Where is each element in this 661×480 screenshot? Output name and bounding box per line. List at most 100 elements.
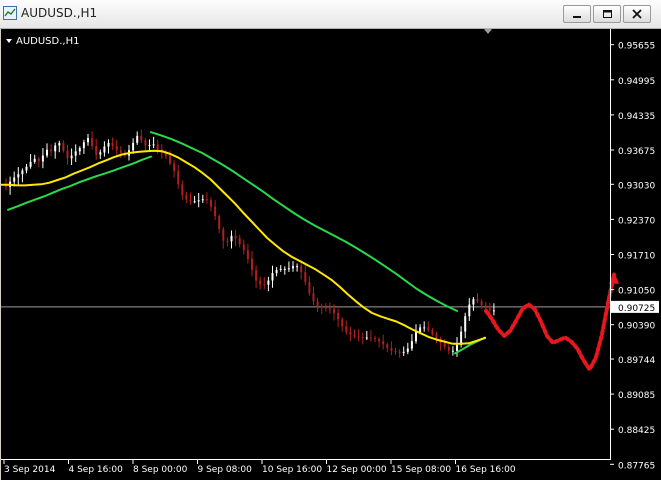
candle xyxy=(50,144,53,157)
time-tick-label: 3 Sep 2014 xyxy=(4,465,56,475)
candle xyxy=(37,156,40,168)
candle xyxy=(431,328,434,336)
candle xyxy=(226,237,229,247)
dropdown-triangle-icon[interactable] xyxy=(6,39,12,43)
candle xyxy=(456,337,458,357)
candle xyxy=(476,292,479,304)
candle xyxy=(173,160,176,178)
candle xyxy=(279,265,282,272)
chart-window-icon xyxy=(3,6,17,20)
candle xyxy=(267,276,270,292)
price-tick-label: 0.91050 xyxy=(618,287,655,297)
candle xyxy=(324,303,327,312)
candle xyxy=(345,320,348,335)
candle xyxy=(464,312,467,339)
candle xyxy=(357,329,360,342)
candle xyxy=(29,154,32,169)
candle xyxy=(87,133,89,146)
candle xyxy=(337,308,340,328)
candle xyxy=(386,342,389,353)
candle xyxy=(361,332,364,345)
candle xyxy=(95,138,98,160)
candle xyxy=(21,168,24,183)
candle xyxy=(70,148,73,166)
minimize-icon xyxy=(573,16,581,18)
symbol-label: AUDUSD.,H1 xyxy=(6,36,79,47)
candle xyxy=(427,321,430,332)
candle xyxy=(205,192,208,204)
plot-area xyxy=(1,129,619,372)
candle xyxy=(222,226,225,249)
candle xyxy=(185,191,188,204)
candle xyxy=(472,297,475,311)
candle xyxy=(193,195,196,204)
candle xyxy=(251,251,253,277)
title-bar[interactable]: AUDUSD.,H1 xyxy=(0,0,661,29)
minimize-button[interactable] xyxy=(563,5,591,23)
price-tick-label: 0.91710 xyxy=(618,252,655,262)
time-tick-label: 16 Sep 16:00 xyxy=(456,465,516,475)
candle xyxy=(148,139,151,152)
candle xyxy=(320,303,323,315)
price-tick-label: 0.88425 xyxy=(618,426,655,436)
candle xyxy=(201,194,204,203)
candle xyxy=(91,131,94,150)
candle xyxy=(152,136,155,149)
restore-icon xyxy=(603,10,612,18)
candle xyxy=(378,337,381,348)
candle xyxy=(304,264,307,286)
candle xyxy=(197,193,200,208)
candle xyxy=(181,180,184,200)
price-tick-label: 0.93675 xyxy=(618,147,655,157)
price-tick-label: 0.94995 xyxy=(618,77,655,87)
candle xyxy=(394,347,397,355)
candle xyxy=(238,234,241,248)
candle xyxy=(78,146,81,156)
envelope-upper-line xyxy=(150,131,458,312)
candle xyxy=(365,331,368,341)
candle xyxy=(189,192,192,205)
candle xyxy=(283,266,286,275)
candle xyxy=(242,239,245,255)
price-tick-label: 0.95655 xyxy=(618,42,655,52)
candle xyxy=(296,263,299,272)
candle xyxy=(115,139,118,156)
candle xyxy=(218,214,221,234)
price-tick-label: 0.92370 xyxy=(618,216,655,226)
close-icon xyxy=(632,9,642,19)
candle xyxy=(451,346,454,356)
candle xyxy=(369,330,372,342)
candle xyxy=(140,129,143,144)
candle xyxy=(54,142,57,159)
candle xyxy=(25,163,28,174)
candle xyxy=(177,164,180,189)
candle xyxy=(41,148,44,169)
candle xyxy=(210,197,212,212)
price-tick-label: 0.93030 xyxy=(618,181,655,191)
candle xyxy=(62,140,65,153)
time-tick-label: 4 Sep 16:00 xyxy=(69,465,124,475)
price-chart[interactable]: 0.95655 0.94995 0.94335 0.93675 0.93030 0.923… xyxy=(1,29,661,480)
candle xyxy=(234,229,237,246)
candle xyxy=(271,265,274,288)
candle xyxy=(308,276,311,296)
candle xyxy=(398,349,401,358)
envelope-lower-line xyxy=(7,155,152,211)
candle xyxy=(328,302,331,314)
time-tick-label: 9 Sep 08:00 xyxy=(198,465,253,475)
window-title: AUDUSD.,H1 xyxy=(21,6,98,20)
candle xyxy=(374,335,376,343)
candle xyxy=(99,149,102,160)
price-tick-label: 0.87765 xyxy=(618,461,655,471)
chart-shift-marker-icon[interactable] xyxy=(484,29,492,34)
candle xyxy=(468,298,471,321)
candle xyxy=(144,137,147,153)
candle xyxy=(259,276,262,290)
candle xyxy=(58,140,61,153)
close-button[interactable] xyxy=(623,5,651,23)
candle xyxy=(406,342,409,355)
candle xyxy=(390,341,393,356)
symbol-label-text: AUDUSD.,H1 xyxy=(16,36,79,47)
restore-button[interactable] xyxy=(593,5,621,23)
candle xyxy=(402,346,405,356)
